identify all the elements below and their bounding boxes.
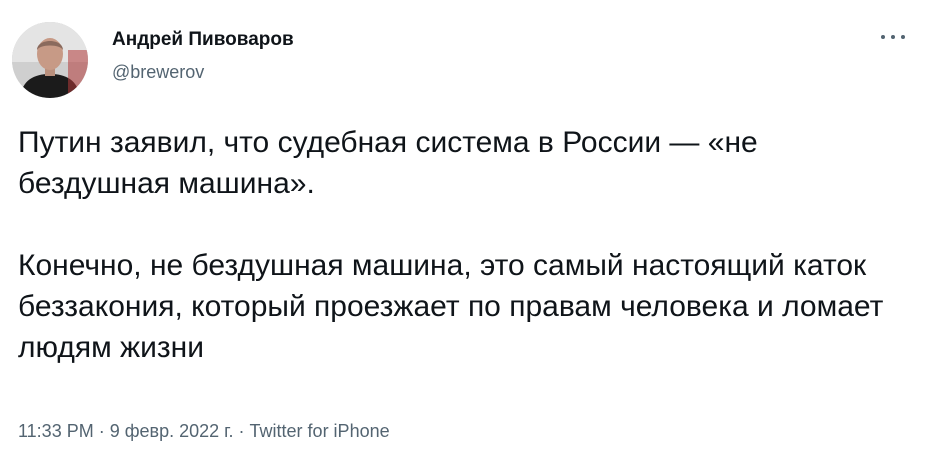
author-block: Андрей Пивоваров @brewerov xyxy=(112,28,294,83)
tweet-meta: 11:33 PM · 9 февр. 2022 г. · Twitter for… xyxy=(18,419,390,443)
avatar-photo xyxy=(12,22,88,98)
meta-separator: · xyxy=(93,421,110,441)
tweet-paragraph-1: Путин заявил, что судебная система в Рос… xyxy=(18,126,758,200)
tweet-time-link[interactable]: 11:33 PM · 9 февр. 2022 г. xyxy=(18,421,234,441)
tweet-card: Андрей Пивоваров @brewerov Путин заявил,… xyxy=(0,0,930,460)
tweet-date: 9 февр. 2022 г. xyxy=(109,421,234,441)
author-display-name[interactable]: Андрей Пивоваров xyxy=(112,28,294,52)
tweet-time: 11:33 PM xyxy=(18,421,94,441)
tweet-paragraph-2: Конечно, не бездушная машина, это самый … xyxy=(18,249,884,364)
avatar[interactable] xyxy=(12,22,88,98)
meta-separator-2: · xyxy=(233,421,250,441)
tweet-text: Путин заявил, что судебная система в Рос… xyxy=(18,122,918,368)
author-handle[interactable]: @brewerov xyxy=(112,61,294,83)
tweet-source-link[interactable]: Twitter for iPhone xyxy=(250,421,390,441)
more-options-icon[interactable] xyxy=(876,26,910,46)
